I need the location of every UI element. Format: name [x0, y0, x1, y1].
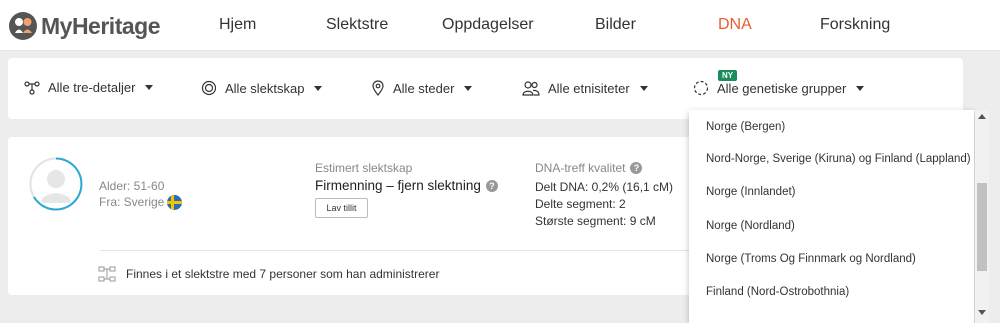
genetic-groups-icon — [693, 80, 709, 96]
nav-bilder[interactable]: Bilder — [595, 16, 636, 34]
family-tree-text: Finnes i et slektstre med 7 personer som… — [126, 267, 440, 281]
filter-ethnicities-label: Alle etnisiteter — [548, 80, 630, 96]
nav-slektstre[interactable]: Slektstre — [326, 16, 388, 34]
tree-details-icon — [24, 80, 40, 95]
filter-relationships[interactable]: Alle slektskap — [201, 80, 323, 96]
dropdown-option[interactable]: Finland (Nord-Ostrobothnia) — [706, 286, 849, 298]
filter-genetic-groups-label: Alle genetiske grupper — [717, 80, 847, 96]
family-tree-icon — [98, 266, 116, 282]
people-icon — [522, 81, 540, 96]
dropdown-option[interactable]: Norge (Troms Og Finnmark og Nordland) — [706, 253, 916, 265]
dropdown-scrollbar[interactable] — [975, 110, 989, 323]
dropdown-option[interactable]: Norge (Nordland) — [706, 220, 795, 232]
nav-forskning[interactable]: Forskning — [820, 16, 890, 34]
location-pin-icon — [372, 80, 384, 96]
match-age: Alder: 51-60 — [99, 179, 165, 193]
filter-places-label: Alle steder — [393, 80, 455, 96]
dna-quality-label: DNA-treff kvalitet — [535, 161, 626, 175]
filter-relationships-label: Alle slektskap — [225, 80, 305, 96]
nav-oppdagelser[interactable]: Oppdagelser — [442, 16, 534, 34]
filter-places[interactable]: Alle steder — [371, 80, 473, 96]
sweden-flag-icon — [167, 195, 183, 211]
dropdown-option[interactable]: Norge (Innlandet) — [706, 186, 796, 198]
logo-mark-icon — [8, 11, 38, 41]
chevron-down-icon — [145, 85, 154, 90]
help-icon[interactable]: ? — [630, 162, 643, 174]
myheritage-logo[interactable]: MyHeritage — [8, 11, 160, 41]
estimated-relationship-label: Estimert slektskap — [315, 161, 413, 175]
filter-tree-details[interactable]: Alle tre-detaljer — [24, 80, 154, 95]
new-badge: NY — [718, 70, 738, 81]
relationship-rings-icon — [201, 80, 217, 96]
relationship-value: Firmenning – fjern slektning ? — [315, 178, 498, 193]
top-navigation: MyHeritage Hjem Slektstre Oppdagelser Bi… — [0, 0, 1000, 51]
genetic-groups-dropdown: Norge (Bergen) Nord-Norge, Sverige (Kiru… — [689, 110, 974, 323]
scroll-up-arrow-icon[interactable] — [978, 114, 986, 119]
nav-hjem[interactable]: Hjem — [219, 16, 256, 34]
dna-quality: DNA-treff kvalitet ? — [535, 161, 643, 175]
chevron-down-icon — [314, 85, 323, 91]
filter-tree-details-label: Alle tre-detaljer — [48, 80, 136, 95]
match-from: Fra: Sverige — [99, 195, 183, 211]
filter-genetic-groups[interactable]: Alle genetiske grupper — [693, 80, 865, 96]
chevron-down-icon — [639, 85, 648, 91]
filter-ethnicities[interactable]: Alle etnisiteter — [522, 80, 648, 96]
scrollbar-thumb[interactable] — [977, 183, 987, 271]
person-silhouette-icon — [29, 157, 83, 211]
chevron-down-icon — [856, 85, 865, 91]
largest-segment: Største segment: 9 cM — [535, 214, 656, 228]
family-tree-info[interactable]: Finnes i et slektstre med 7 personer som… — [98, 266, 439, 282]
scroll-down-arrow-icon[interactable] — [978, 310, 986, 315]
card-divider — [100, 250, 708, 251]
chevron-down-icon — [464, 85, 473, 91]
dropdown-option[interactable]: Nord-Norge, Sverige (Kiruna) og Finland … — [706, 153, 971, 165]
relationship-text: Firmenning – fjern slektning — [315, 178, 481, 193]
dna-match-card[interactable]: Alder: 51-60 Fra: Sverige Estimert slekt… — [8, 137, 708, 295]
nav-dna[interactable]: DNA — [718, 16, 752, 34]
shared-dna: Delt DNA: 0,2% (16,1 cM) — [535, 180, 674, 194]
match-from-text: Fra: Sverige — [99, 195, 165, 209]
avatar[interactable] — [29, 157, 83, 211]
shared-segments: Delte segment: 2 — [535, 197, 626, 211]
lav-tillit-button[interactable]: Lav tillit — [315, 198, 368, 218]
logo-text: MyHeritage — [41, 12, 160, 39]
help-icon[interactable]: ? — [485, 179, 498, 192]
dropdown-option[interactable]: Norge (Bergen) — [706, 121, 785, 133]
